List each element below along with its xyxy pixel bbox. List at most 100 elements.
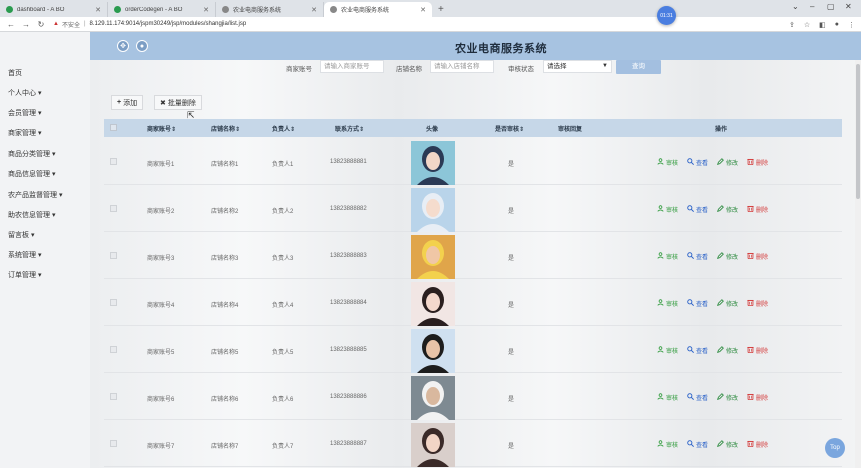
row-checkbox[interactable] xyxy=(110,346,117,353)
view-button[interactable]: 查看 xyxy=(687,205,708,214)
close-icon[interactable]: ✕ xyxy=(203,6,209,14)
account-search-input[interactable]: 请输入商家账号 xyxy=(320,60,384,73)
view-button[interactable]: 查看 xyxy=(687,252,708,261)
delete-button[interactable]: 删除 xyxy=(747,440,768,449)
row-checkbox[interactable] xyxy=(110,393,117,400)
batch-delete-button[interactable]: ✖ 批量删除 xyxy=(154,95,202,110)
share-icon[interactable]: ⇪ xyxy=(789,21,795,29)
col-audited[interactable]: 是否审核⇕ xyxy=(495,124,524,133)
browser-tab[interactable]: 农业电商服务系统 ✕ xyxy=(216,2,324,17)
chevron-down-icon: ▼ xyxy=(602,63,608,69)
edit-button[interactable]: 修改 xyxy=(717,205,738,214)
url-field[interactable]: ▲ 不安全 | 8.129.11.174:9014/jspm30249/jsp/… xyxy=(53,20,246,29)
sidebar-item[interactable]: 助农信息管理 ▾ xyxy=(8,210,55,220)
sidebar-item[interactable]: 订单管理 ▾ xyxy=(8,270,41,280)
row-checkbox[interactable] xyxy=(110,158,117,165)
cell-audited: 是 xyxy=(508,209,515,215)
scrollbar-thumb[interactable] xyxy=(856,64,860,199)
sidebar-item[interactable]: 商家管理 ▾ xyxy=(8,128,41,138)
sidebar-item[interactable]: 留言板 ▾ xyxy=(8,230,34,240)
close-icon[interactable]: ✕ xyxy=(311,6,317,14)
status-select[interactable]: 请选择 ▼ xyxy=(543,60,612,73)
view-button[interactable]: 查看 xyxy=(687,299,708,308)
back-to-top-button[interactable]: Top xyxy=(825,438,845,458)
forward-icon[interactable]: → xyxy=(22,20,30,29)
col-phone[interactable]: 联系方式⇕ xyxy=(335,124,364,133)
cell-audited: 是 xyxy=(508,256,515,262)
view-button[interactable]: 查看 xyxy=(687,158,708,167)
profile-icon[interactable]: ● xyxy=(835,21,839,28)
shop-search-input[interactable]: 请输入店铺名称 xyxy=(430,60,494,73)
edit-button[interactable]: 修改 xyxy=(717,393,738,402)
plus-icon: + xyxy=(117,99,122,106)
audit-button[interactable]: 审核 xyxy=(657,205,678,214)
view-button[interactable]: 查看 xyxy=(687,393,708,402)
view-button[interactable]: 查看 xyxy=(687,440,708,449)
col-owner[interactable]: 负责人⇕ xyxy=(272,124,295,133)
audit-button[interactable]: 审核 xyxy=(657,393,678,402)
col-account[interactable]: 商家账号⇕ xyxy=(147,124,176,133)
audit-button[interactable]: 审核 xyxy=(657,440,678,449)
audit-button[interactable]: 审核 xyxy=(657,252,678,261)
maximize-icon[interactable]: ▢ xyxy=(827,2,835,11)
row-checkbox[interactable] xyxy=(110,252,117,259)
menu-icon[interactable]: ⋮ xyxy=(848,21,855,29)
delete-button[interactable]: 删除 xyxy=(747,299,768,308)
select-all-checkbox[interactable] xyxy=(110,124,117,131)
close-icon[interactable]: ✕ xyxy=(420,6,426,14)
cell-phone: 13823888881 xyxy=(330,159,367,165)
edit-button[interactable]: 修改 xyxy=(717,158,738,167)
app-title: 农业电商服务系统 xyxy=(455,43,547,55)
bookmark-star-icon[interactable]: ☆ xyxy=(804,21,810,29)
row-checkbox[interactable] xyxy=(110,299,117,306)
row-checkbox[interactable] xyxy=(110,205,117,212)
sidepanel-icon[interactable]: ◧ xyxy=(819,21,826,29)
edit-button[interactable]: 修改 xyxy=(717,299,738,308)
new-tab-icon[interactable]: + xyxy=(438,2,444,17)
sidebar-item[interactable]: 个人中心 ▾ xyxy=(8,88,41,98)
minimize-icon[interactable]: – xyxy=(810,2,814,11)
fullscreen-icon[interactable]: ✥ xyxy=(117,40,129,52)
audit-button[interactable]: 审核 xyxy=(657,346,678,355)
cell-shop: 店铺名称6 xyxy=(211,397,239,403)
sidebar-item[interactable]: 商品分类管理 ▾ xyxy=(8,149,55,159)
audit-button[interactable]: 审核 xyxy=(657,299,678,308)
edit-button[interactable]: 修改 xyxy=(717,346,738,355)
user-icon[interactable]: ● xyxy=(136,40,148,52)
edit-button[interactable]: 修改 xyxy=(717,252,738,261)
browser-tab[interactable]: dashboard - A BO ✕ xyxy=(0,2,108,17)
cell-owner: 负责人6 xyxy=(272,397,294,403)
sidebar-item[interactable]: 首页 xyxy=(8,68,22,78)
delete-button[interactable]: 删除 xyxy=(747,346,768,355)
add-button[interactable]: + 添加 xyxy=(111,95,144,110)
app-header: ✥ ● 农业电商服务系统 xyxy=(90,32,861,60)
view-button[interactable]: 查看 xyxy=(687,346,708,355)
sidebar-item[interactable]: 会员管理 ▾ xyxy=(8,108,41,118)
delete-button[interactable]: 删除 xyxy=(747,393,768,402)
delete-button[interactable]: 删除 xyxy=(747,252,768,261)
browser-tab-active[interactable]: 农业电商服务系统 ✕ xyxy=(324,2,432,17)
tab-search-icon[interactable]: ⌄ xyxy=(792,2,799,11)
audit-button[interactable]: 审核 xyxy=(657,158,678,167)
sidebar-item[interactable]: 商品信息管理 ▾ xyxy=(8,169,55,179)
search-icon xyxy=(687,299,695,308)
delete-button[interactable]: 删除 xyxy=(747,205,768,214)
status-label: 审核状态 xyxy=(508,66,534,73)
close-icon[interactable]: ✕ xyxy=(95,6,101,14)
col-reply: 审核回复 xyxy=(558,127,583,133)
tab-title: 农业电商服务系统 xyxy=(233,8,282,14)
browser-tab[interactable]: orderCodegen - A BO ✕ xyxy=(108,2,216,17)
sidebar-item[interactable]: 系统管理 ▾ xyxy=(8,250,41,260)
row-checkbox[interactable] xyxy=(110,440,117,447)
delete-button[interactable]: 删除 xyxy=(747,158,768,167)
edit-button[interactable]: 修改 xyxy=(717,440,738,449)
add-button-label: 添加 xyxy=(123,99,138,107)
search-button[interactable]: 查询 xyxy=(616,60,661,74)
cell-shop: 店铺名称4 xyxy=(211,303,239,309)
close-window-icon[interactable]: ✕ xyxy=(845,2,852,11)
back-icon[interactable]: ← xyxy=(7,20,15,29)
sidebar-item[interactable]: 农产品监督管理 ▾ xyxy=(8,190,62,200)
col-shop[interactable]: 店铺名称⇕ xyxy=(211,124,240,133)
cell-owner: 负责人7 xyxy=(272,444,294,450)
reload-icon[interactable]: ↻ xyxy=(37,20,45,29)
